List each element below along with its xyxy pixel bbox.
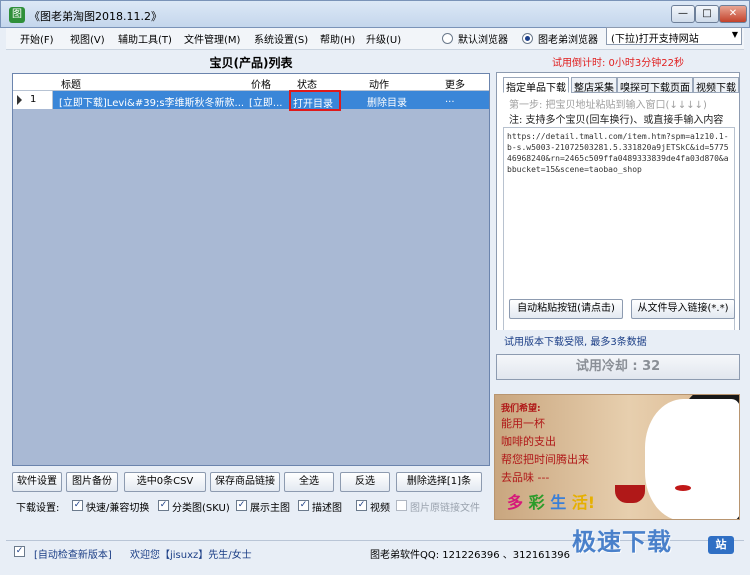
coffee-cup-icon — [615, 485, 645, 503]
download-tabs: 指定单品下载 整店采集 嗅探可下载页面 视频下载 — [497, 77, 739, 94]
chevron-down-icon: ▼ — [731, 30, 738, 39]
window-title: 《图老弟淘图2018.11.2》 — [29, 10, 162, 23]
fast-compat-checkbox[interactable]: ✓ — [72, 500, 83, 511]
default-browser-radio[interactable] — [442, 33, 453, 44]
menu-view[interactable]: 视图(V) — [70, 31, 105, 46]
maximize-button[interactable]: □ — [695, 5, 719, 23]
invert-selection-button[interactable]: 反选 — [340, 472, 390, 492]
column-more[interactable]: 更多 — [445, 76, 465, 91]
ad-line-4: 去品味 --- — [501, 471, 550, 484]
sku-image-checkbox[interactable]: ✓ — [158, 500, 169, 511]
coffee-ad-banner[interactable]: 我们希望: 能用一杯 咖啡的支出 帮您把时间腾出来 去品味 --- 多 彩 生 … — [494, 394, 740, 520]
minimize-button[interactable]: — — [671, 5, 695, 23]
download-panel: 指定单品下载 整店采集 嗅探可下载页面 视频下载 第一步: 把宝贝地址粘贴到输入… — [496, 72, 740, 350]
main-image-label: 展示主图 — [250, 503, 290, 514]
open-folder-link[interactable]: 打开目录 — [289, 90, 341, 111]
ad-lips — [675, 485, 691, 491]
select-csv-button[interactable]: 选中0条CSV — [124, 472, 206, 492]
tulaodi-browser-radio[interactable] — [522, 33, 533, 44]
input-note: 注: 支持多个宝贝(回车换行)、或直接手输入内容 — [509, 115, 724, 126]
menu-file-manage[interactable]: 文件管理(M) — [184, 31, 240, 46]
ad-colorful-char-4: 活! — [571, 493, 596, 512]
row-pointer-icon — [17, 95, 22, 105]
ad-colorful-char-3: 生 — [550, 493, 567, 512]
tab-sniff-pages[interactable]: 嗅探可下载页面 — [617, 77, 693, 94]
fast-compat-label: 快速/兼容切换 — [86, 503, 150, 514]
trial-cooldown-button[interactable]: 试用冷却 : 32 — [496, 354, 740, 380]
menu-start[interactable]: 开始(F) — [20, 31, 54, 46]
sku-image-label: 分类图(SKU) — [172, 503, 230, 514]
step-hint: 第一步: 把宝贝地址粘贴到输入窗口(↓↓↓↓) — [509, 100, 707, 111]
download-settings-label: 下载设置: — [16, 503, 60, 514]
welcome-text: 欢迎您【jisuxz】先生/女士 — [130, 550, 252, 561]
main-image-checkbox[interactable]: ✓ — [236, 500, 247, 511]
ad-line-1: 能用一杯 — [501, 417, 545, 430]
save-links-button[interactable]: 保存商品链接 — [210, 472, 280, 492]
desc-image-checkbox[interactable]: ✓ — [298, 500, 309, 511]
column-title[interactable]: 标题 — [61, 76, 81, 91]
menu-upgrade[interactable]: 升级(U) — [366, 31, 401, 46]
table-header: 标题 价格 状态 动作 更多 — [13, 74, 489, 91]
auto-check-label[interactable]: [自动检查新版本] — [34, 546, 112, 561]
row-price: [立即... — [249, 98, 283, 109]
row-index: 1 — [30, 94, 37, 105]
image-link-file-label: 图片原链接文件 — [410, 503, 480, 514]
delete-folder-link[interactable]: 删除目录 — [367, 94, 407, 109]
trial-countdown: 试用倒计时: 0小时3分钟22秒 — [552, 58, 684, 69]
video-label: 视频 — [370, 503, 390, 514]
ad-colorful-char-1: 多 — [507, 493, 524, 512]
desc-image-label: 描述图 — [312, 503, 342, 514]
close-button[interactable]: ✕ — [719, 5, 747, 23]
ad-line-3: 帮您把时间腾出来 — [501, 453, 589, 466]
ad-colorful-life: 多 彩 生 活! — [507, 489, 595, 513]
menu-settings[interactable]: 系统设置(S) — [254, 31, 308, 46]
app-logo-icon: 图 — [9, 7, 25, 23]
column-price[interactable]: 价格 — [251, 76, 271, 91]
delete-selected-button[interactable]: 删除选择[1]条 — [396, 472, 482, 492]
trial-limit-text: 试用版本下载受限, 最多3条数据 — [496, 330, 740, 350]
row-title[interactable]: [立即下载]Levi&#39;s李维斯秋冬新款... — [59, 94, 245, 109]
software-settings-button[interactable]: 软件设置 — [12, 472, 62, 492]
row-more[interactable]: ... — [445, 94, 455, 105]
tab-shop-collect[interactable]: 整店采集 — [571, 77, 617, 94]
ad-colorful-char-2: 彩 — [528, 493, 545, 512]
watermark-logo: 极速下载 — [572, 528, 672, 556]
auto-check-checkbox[interactable]: ✓ — [14, 546, 25, 557]
ad-wish: 我们希望: — [501, 404, 541, 414]
table-row[interactable]: 1 [立即下载]Levi&#39;s李维斯秋冬新款... [立即... 打开目录… — [13, 90, 489, 111]
column-status[interactable]: 状态 — [297, 76, 317, 91]
menu-help[interactable]: 帮助(H) — [320, 31, 355, 46]
support-site-dropdown-value: (下拉)打开支持网站 — [611, 34, 699, 45]
tab-single-download[interactable]: 指定单品下载 — [503, 77, 569, 94]
image-backup-button[interactable]: 图片备份 — [66, 472, 118, 492]
column-action[interactable]: 动作 — [369, 76, 389, 91]
ad-woman-face — [645, 399, 739, 519]
image-link-file-checkbox[interactable] — [396, 500, 407, 511]
default-browser-label: 默认浏览器 — [458, 35, 508, 46]
qq-contact: 图老弟软件QQ: 121226396 、312161396 — [370, 550, 570, 561]
menu-tools[interactable]: 辅助工具(T) — [118, 31, 172, 46]
support-site-dropdown[interactable]: (下拉)打开支持网站 ▼ — [606, 27, 742, 45]
video-checkbox[interactable]: ✓ — [356, 500, 367, 511]
product-list-title: 宝贝(产品)列表 — [209, 56, 293, 70]
row-selector[interactable]: 1 — [13, 91, 53, 109]
tulaodi-browser-label: 图老弟浏览器 — [538, 35, 598, 46]
product-table[interactable]: 标题 价格 状态 动作 更多 1 [立即下载]Levi&#39;s李维斯秋冬新款… — [12, 73, 490, 466]
import-from-file-button[interactable]: 从文件导入链接(*.*) — [631, 299, 735, 319]
ad-line-2: 咖啡的支出 — [501, 435, 556, 448]
title-bar: 图 《图老弟淘图2018.11.2》 — □ ✕ — [0, 0, 750, 28]
select-all-button[interactable]: 全选 — [284, 472, 334, 492]
auto-paste-button[interactable]: 自动粘贴按钮(请点击) — [509, 299, 623, 319]
watermark-badge: 站 — [708, 536, 734, 554]
tab-video-download[interactable]: 视频下载 — [693, 77, 739, 94]
